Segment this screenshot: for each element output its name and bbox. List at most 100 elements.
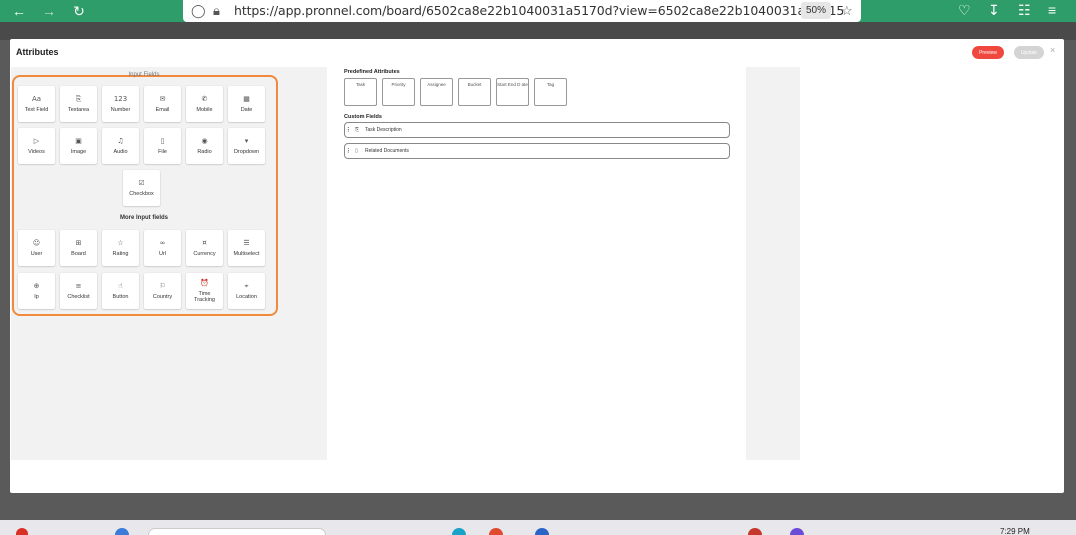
predefined-attribute-label: Assignee: [427, 82, 446, 87]
reload-icon[interactable]: ↻: [70, 2, 88, 20]
field-tile-checklist[interactable]: ≡ Checklist: [60, 273, 97, 309]
url-text[interactable]: https://app.pronnel.com/board/6502ca8e22…: [234, 3, 844, 18]
field-tile-file[interactable]: ▯ File: [144, 128, 181, 164]
app-icon[interactable]: [790, 528, 804, 535]
multiselect-icon: ☰: [243, 238, 250, 247]
board-icon: ⊞: [75, 238, 82, 247]
field-tile-audio[interactable]: ♫ Audio: [102, 128, 139, 164]
predefined-attribute-chip[interactable]: Assignee: [420, 78, 453, 106]
date-icon: ▦: [243, 94, 250, 103]
field-tile-label: Radio: [197, 148, 212, 155]
rating-icon: ☆: [117, 238, 124, 247]
field-tile-text-field[interactable]: Aa Text Field: [18, 86, 55, 122]
field-tile-label: Time Tracking: [194, 290, 215, 304]
app-icon[interactable]: [489, 528, 503, 535]
background-page: [0, 22, 1076, 40]
field-tile-radio[interactable]: ◉ Radio: [186, 128, 223, 164]
field-tile-label: File: [158, 148, 167, 155]
field-tile-label: Checklist: [67, 293, 90, 300]
field-tile-label: Button: [112, 293, 129, 300]
field-tile-button[interactable]: ☝ Button: [102, 273, 139, 309]
checkbox-icon: ☑: [138, 178, 145, 187]
predefined-attribute-chip[interactable]: Start End D ate: [496, 78, 529, 106]
clock: 7:29 PM: [1000, 527, 1030, 535]
field-tile-user[interactable]: ☺ User: [18, 230, 55, 266]
file-icon: ▯: [160, 136, 165, 145]
field-tile-label: Checkbox: [129, 190, 154, 197]
preview-button[interactable]: Preview: [972, 46, 1004, 59]
predefined-attribute-label: Start End D ate: [497, 82, 528, 87]
field-type-icon: ▯: [355, 148, 358, 154]
forward-arrow-icon[interactable]: →: [40, 2, 58, 20]
custom-field-row[interactable]: ⠇ ⎘ Task Description: [344, 122, 730, 138]
field-tile-board[interactable]: ⊞ Board: [60, 230, 97, 266]
audio-icon: ♫: [117, 136, 124, 145]
notification-badge-icon[interactable]: [16, 528, 28, 535]
custom-field-row[interactable]: ⠇ ▯ Related Documents: [344, 143, 730, 159]
back-arrow-icon[interactable]: ←: [10, 2, 28, 20]
drag-handle-icon[interactable]: ⠇: [347, 148, 355, 155]
field-tile-mobile[interactable]: ✆ Mobile: [186, 86, 223, 122]
close-icon[interactable]: ×: [1050, 45, 1055, 55]
address-bar[interactable]: ◯ 🔒︎ https://app.pronnel.com/board/6502c…: [183, 0, 861, 22]
extensions-icon[interactable]: ☷: [1018, 2, 1031, 19]
url-icon: ∞: [159, 238, 166, 247]
checklist-icon: ≡: [75, 281, 82, 290]
browser-toolbar: ← → ↻ ◯ 🔒︎ https://app.pronnel.com/board…: [0, 0, 1076, 22]
field-tile-label: Ip: [34, 293, 39, 300]
field-tile-currency[interactable]: ¤ Currency: [186, 230, 223, 266]
app-icon[interactable]: [452, 528, 466, 535]
ip-icon: ⊕: [33, 281, 40, 290]
zoom-level[interactable]: 50%: [801, 2, 831, 19]
lock-icon[interactable]: 🔒︎: [213, 3, 220, 19]
field-tile-videos[interactable]: ▷ Videos: [18, 128, 55, 164]
field-tile-number[interactable]: 123 Number: [102, 86, 139, 122]
time-tracking-icon: ⏰: [200, 278, 209, 287]
predefined-attribute-label: Bucket: [467, 82, 482, 87]
field-tile-time-tracking[interactable]: ⏰ Time Tracking: [186, 273, 223, 309]
drag-handle-icon[interactable]: ⠇: [347, 127, 355, 134]
field-tile-url[interactable]: ∞ Url: [144, 230, 181, 266]
update-button[interactable]: Update: [1014, 46, 1044, 59]
field-tile-image[interactable]: ▣ Image: [60, 128, 97, 164]
attributes-modal: Attributes Preview Update × Input Fields…: [10, 39, 1064, 493]
shield-icon[interactable]: ◯: [191, 3, 206, 19]
dropdown-icon: ▾: [244, 136, 249, 145]
image-icon: ▣: [75, 136, 82, 145]
predefined-attribute-label: Priority: [391, 82, 406, 87]
field-tile-label: Mobile: [196, 106, 213, 113]
field-tile-label: Number: [110, 106, 131, 113]
field-tile-label: Url: [158, 250, 167, 257]
custom-fields-heading: Custom Fields: [344, 114, 382, 120]
field-tile-country[interactable]: ⚐ Country: [144, 273, 181, 309]
bookmark-star-icon[interactable]: ☆: [841, 3, 853, 19]
menu-icon[interactable]: ≡: [1048, 2, 1056, 18]
field-tile-label: Location: [236, 293, 257, 300]
field-tile-ip[interactable]: ⊕ Ip: [18, 273, 55, 309]
predefined-attribute-label: Tag: [546, 82, 555, 87]
taskbar-search-box[interactable]: [148, 528, 326, 535]
field-tile-rating[interactable]: ☆ Rating: [102, 230, 139, 266]
app-icon[interactable]: [535, 528, 549, 535]
app-icon[interactable]: [748, 528, 762, 535]
button-icon: ☝: [118, 281, 123, 290]
field-tile-dropdown[interactable]: ▾ Dropdown: [228, 128, 265, 164]
custom-field-label: Task Description: [365, 127, 402, 133]
download-icon[interactable]: ↧: [988, 2, 1000, 19]
pocket-icon[interactable]: ♡: [958, 2, 971, 19]
field-tile-email[interactable]: ✉ Email: [144, 86, 181, 122]
predefined-attribute-chip[interactable]: Task: [344, 78, 377, 106]
predefined-attribute-label: Task: [355, 82, 366, 87]
location-icon: ⌖: [244, 281, 249, 290]
field-tile-multiselect[interactable]: ☰ Multiselect: [228, 230, 265, 266]
predefined-attribute-chip[interactable]: Tag: [534, 78, 567, 106]
field-tile-label: Rating: [112, 250, 129, 257]
field-tile-textarea[interactable]: ⎘ Textarea: [60, 86, 97, 122]
field-tile-date[interactable]: ▦ Date: [228, 86, 265, 122]
field-tile-checkbox[interactable]: ☑ Checkbox: [123, 170, 160, 206]
predefined-attribute-chip[interactable]: Bucket: [458, 78, 491, 106]
field-tile-location[interactable]: ⌖ Location: [228, 273, 265, 309]
start-icon[interactable]: [115, 528, 129, 535]
number-icon: 123: [113, 94, 128, 103]
predefined-attribute-chip[interactable]: Priority: [382, 78, 415, 106]
